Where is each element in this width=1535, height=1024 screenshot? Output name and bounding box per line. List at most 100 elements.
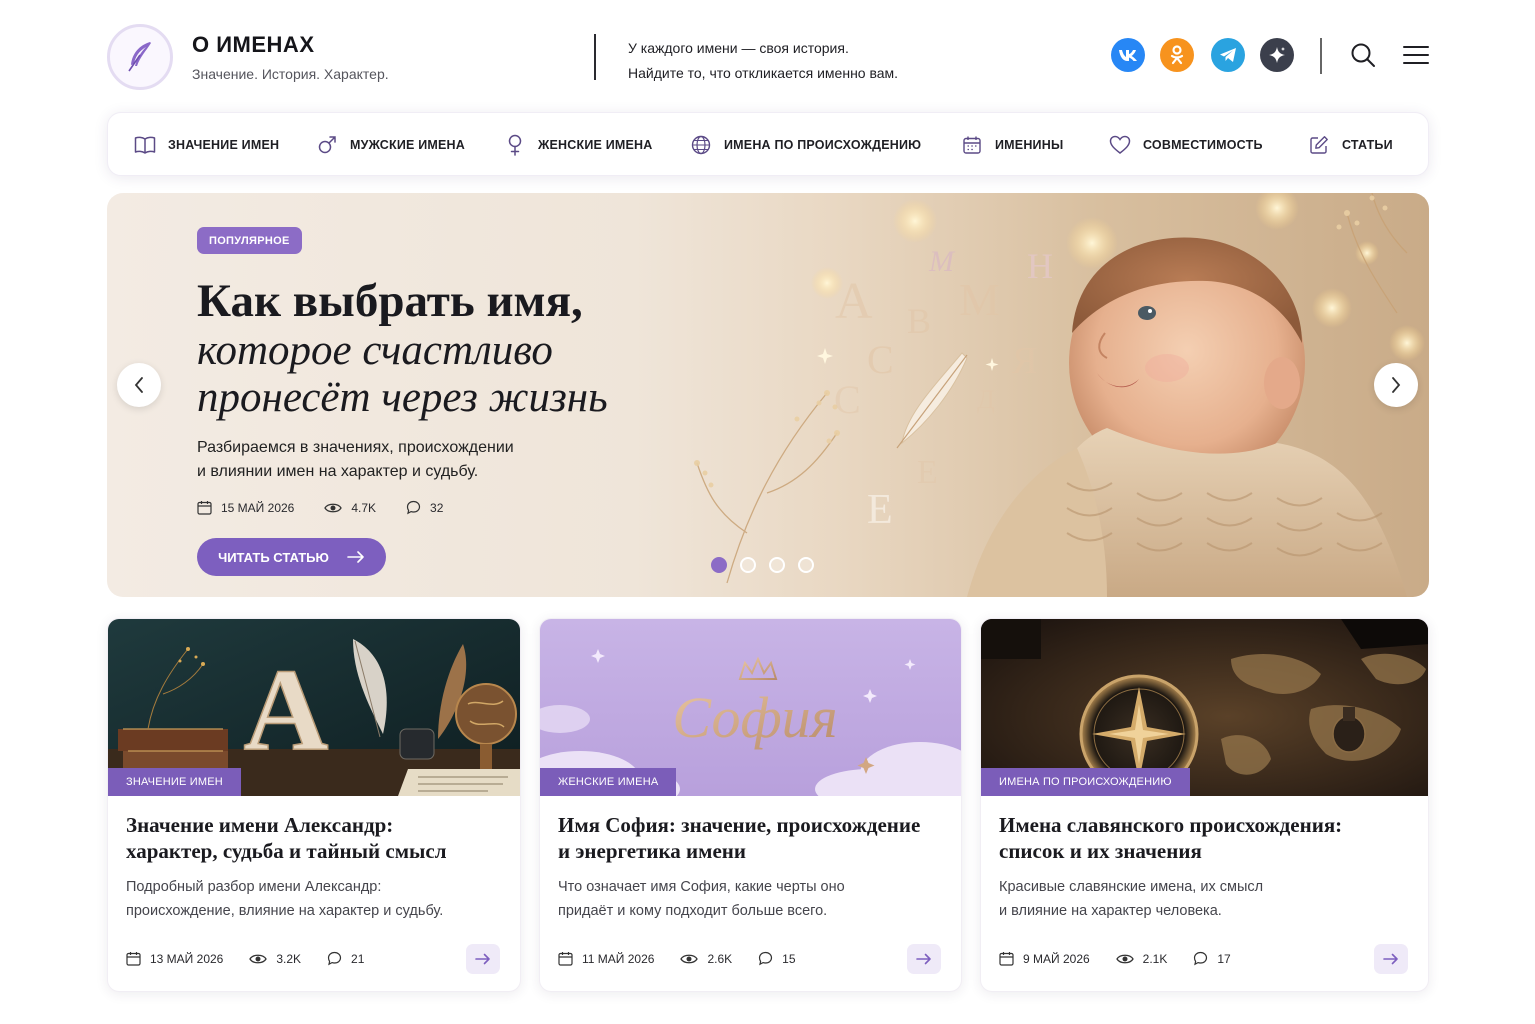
svg-text:М: М xyxy=(959,274,1000,325)
card-title-line-2: и энергетика имени xyxy=(558,839,746,863)
hero-title-line-3: пронесёт через жизнь xyxy=(197,374,608,421)
nav-item-names-by-origin[interactable]: ИМЕНА ПО ПРОИСХОЖДЕНИЮ xyxy=(690,113,921,177)
tagline-line-2: Найдите то, что откликается именно вам. xyxy=(628,65,899,81)
card-category-tag[interactable]: ЗНАЧЕНИЕ ИМЕН xyxy=(108,768,241,796)
tagline: У каждого имени — своя история. Найдите … xyxy=(628,36,898,86)
male-icon xyxy=(316,134,338,156)
nav-item-male-names[interactable]: МУЖСКИЕ ИМЕНА xyxy=(316,113,465,177)
hero-comments: 32 xyxy=(406,500,443,515)
vk-button[interactable] xyxy=(1111,38,1145,72)
card-date-text: 13 МАЙ 2026 xyxy=(150,951,224,966)
odnoklassniki-icon xyxy=(1170,45,1184,65)
nav-item-name-days[interactable]: ИМЕНИНЫ xyxy=(961,113,1063,177)
card-comments: 15 xyxy=(758,951,796,966)
card-title[interactable]: Имена славянского происхождения: список … xyxy=(999,812,1410,864)
card-title-line-1: Значение имени Александр: xyxy=(126,813,394,837)
card-views: 2.6K xyxy=(680,951,732,966)
nav-item-articles[interactable]: СТАТЬИ xyxy=(1308,113,1393,177)
odnoklassniki-button[interactable] xyxy=(1160,38,1194,72)
slider-prev-button[interactable] xyxy=(117,363,161,407)
tagline-line-1: У каждого имени — своя история. xyxy=(628,40,849,56)
card-date: 11 МАЙ 2026 xyxy=(558,951,654,966)
card-open-button[interactable] xyxy=(1374,944,1408,974)
arrow-right-icon xyxy=(347,551,364,563)
card-comments-text: 21 xyxy=(351,951,365,966)
main-nav: ЗНАЧЕНИЕ ИМЕН МУЖСКИЕ ИМЕНА ЖЕНСКИЕ ИМЕН… xyxy=(107,112,1429,176)
header-divider xyxy=(594,34,596,80)
svg-text:Е: Е xyxy=(867,487,893,533)
eye-icon xyxy=(249,954,268,963)
card-description: Что означает имя София, какие черты оно … xyxy=(558,875,943,923)
female-icon xyxy=(504,134,526,156)
svg-text:Я: Я xyxy=(1012,340,1037,382)
card-description: Подробный разбор имени Александр: происх… xyxy=(126,875,502,923)
sparkle-button[interactable] xyxy=(1260,38,1294,72)
nav-label: ЗНАЧЕНИЕ ИМЕН xyxy=(168,138,280,152)
search-button[interactable] xyxy=(1348,40,1378,70)
calendar-icon xyxy=(197,501,212,515)
card-desc-line-2: и влияние на характер человека. xyxy=(999,903,1222,919)
hero-title-line-1: Как выбрать имя, xyxy=(197,275,583,327)
card-title[interactable]: Значение имени Александр: характер, судь… xyxy=(126,812,502,864)
slider-dot-4[interactable] xyxy=(798,557,814,573)
card-meta: 9 МАЙ 2026 2.1K 17 xyxy=(999,951,1231,966)
comment-icon xyxy=(406,500,421,515)
article-card[interactable]: София ЖЕНСКИЕ ИМЕНА Имя София: значение,… xyxy=(539,618,962,992)
hamburger-icon xyxy=(1403,46,1429,64)
card-meta: 13 МАЙ 2026 3.2K 21 xyxy=(126,951,364,966)
slider-next-button[interactable] xyxy=(1374,363,1418,407)
nav-item-compatibility[interactable]: СОВМЕСТИМОСТЬ xyxy=(1109,113,1263,177)
card-desc-line-1: Красивые славянские имена, их смысл xyxy=(999,879,1264,895)
nav-item-female-names[interactable]: ЖЕНСКИЕ ИМЕНА xyxy=(504,113,653,177)
card-views-text: 3.2K xyxy=(276,951,302,966)
hero-comments-text: 32 xyxy=(430,500,444,515)
card-category-tag[interactable]: ЖЕНСКИЕ ИМЕНА xyxy=(540,768,677,796)
eye-icon xyxy=(1115,954,1134,963)
calendar-icon xyxy=(558,952,573,966)
card-description: Красивые славянские имена, их смысл и вл… xyxy=(999,875,1410,923)
telegram-button[interactable] xyxy=(1211,38,1245,72)
slider-dot-1[interactable] xyxy=(711,557,727,573)
slider-dots xyxy=(711,557,814,573)
card-comments: 17 xyxy=(1193,951,1231,966)
site-header: О ИМЕНАХ Значение. История. Характер. У … xyxy=(107,24,1429,90)
card-open-button[interactable] xyxy=(466,944,500,974)
nav-label: СТАТЬИ xyxy=(1342,138,1393,152)
card-category-tag[interactable]: ИМЕНА ПО ПРОИСХОЖДЕНИЮ xyxy=(981,768,1190,796)
article-card[interactable]: ИМЕНА ПО ПРОИСХОЖДЕНИЮ Имена славянского… xyxy=(980,618,1429,992)
card-views: 2.1K xyxy=(1115,951,1167,966)
card-title[interactable]: Имя София: значение, происхождение и эне… xyxy=(558,812,943,864)
site-subtitle: Значение. История. Характер. xyxy=(192,66,389,82)
nav-label: ИМЕНА ПО ПРОИСХОЖДЕНИЮ xyxy=(724,138,922,152)
book-icon xyxy=(134,134,156,156)
logo[interactable] xyxy=(107,24,173,90)
comment-icon xyxy=(759,951,773,966)
chevron-right-icon xyxy=(1392,377,1401,393)
comment-icon xyxy=(327,951,342,966)
svg-text:С: С xyxy=(867,337,894,382)
svg-text:A: A xyxy=(243,644,328,775)
svg-text:С: С xyxy=(834,377,861,422)
card-desc-line-2: придаёт и кому подходит больше всего. xyxy=(558,903,828,919)
article-card[interactable]: A ЗНАЧЕНИЕ ИМЕН Значение имени Александр… xyxy=(107,618,521,992)
card-open-button[interactable] xyxy=(907,944,941,974)
card-comments: 21 xyxy=(327,951,364,966)
svg-text:Н: Н xyxy=(1027,246,1053,286)
eye-icon xyxy=(324,503,343,512)
calendar-icon xyxy=(999,952,1014,966)
nav-item-name-meanings[interactable]: ЗНАЧЕНИЕ ИМЕН xyxy=(134,113,279,177)
card-title-line-2: список и их значения xyxy=(999,839,1202,863)
card-comments-text: 15 xyxy=(782,951,796,966)
site-title[interactable]: О ИМЕНАХ xyxy=(192,32,389,58)
read-article-button[interactable]: ЧИТАТЬ СТАТЬЮ xyxy=(197,538,386,576)
nav-label: ИМЕНИНЫ xyxy=(995,138,1064,152)
globe-icon xyxy=(690,134,712,156)
svg-text:М: М xyxy=(928,245,956,278)
hero-views: 4.7K xyxy=(324,500,376,515)
hero-title: Как выбрать имя, которое счастливо проне… xyxy=(197,275,608,421)
calendar-icon xyxy=(126,952,141,966)
eye-icon xyxy=(680,954,699,963)
slider-dot-2[interactable] xyxy=(740,557,756,573)
menu-button[interactable] xyxy=(1401,40,1431,70)
slider-dot-3[interactable] xyxy=(769,557,785,573)
